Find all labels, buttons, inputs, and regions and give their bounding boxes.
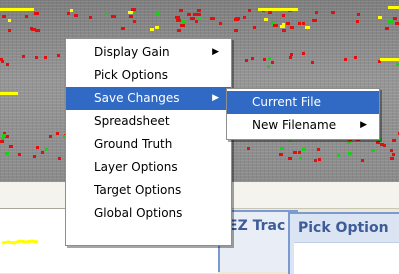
- yellow-pick-trace: [1, 239, 39, 245]
- menu-item-layer-options[interactable]: Layer Options: [66, 156, 231, 179]
- menu-item-label: Spreadsheet: [94, 114, 170, 128]
- submenu-arrow-icon: ▶: [360, 120, 367, 130]
- menu-item-spreadsheet[interactable]: Spreadsheet: [66, 110, 231, 133]
- menu-item-global-options[interactable]: Global Options: [66, 202, 231, 225]
- menu-item-label: Ground Truth: [94, 137, 173, 151]
- tab-ez-track-label: EZ Trac: [228, 218, 286, 234]
- submenu-arrow-icon: ▶: [212, 47, 219, 57]
- menu-item-label: Global Options: [94, 206, 183, 220]
- menu-item-label: Current File: [252, 95, 321, 109]
- menu-item-label: Display Gain: [94, 45, 170, 59]
- tab-pick-options-body: [294, 242, 399, 274]
- menu-item-ground-truth[interactable]: Ground Truth: [66, 133, 231, 156]
- menu-item-display-gain[interactable]: Display Gain ▶: [66, 41, 231, 64]
- menu-item-label: Pick Options: [94, 68, 168, 82]
- submenu-arrow-icon: ▶: [212, 93, 219, 103]
- tab-pick-options[interactable]: Pick Option: [288, 212, 399, 274]
- menu-item-label: Target Options: [94, 183, 182, 197]
- save-changes-submenu: Current File New Filename ▶: [226, 88, 380, 140]
- menu-item-label: Save Changes: [94, 91, 180, 105]
- menu-item-current-file[interactable]: Current File: [227, 91, 379, 114]
- menu-item-new-filename[interactable]: New Filename ▶: [227, 114, 379, 137]
- menu-item-target-options[interactable]: Target Options: [66, 179, 231, 202]
- menu-item-pick-options[interactable]: Pick Options: [66, 64, 231, 87]
- menu-item-save-changes[interactable]: Save Changes ▶: [66, 87, 231, 110]
- tab-pick-options-label: Pick Option: [298, 220, 389, 236]
- menu-item-label: Layer Options: [94, 160, 178, 174]
- menu-item-label: New Filename: [252, 118, 337, 132]
- context-menu: Display Gain ▶ Pick Options Save Changes…: [65, 38, 232, 246]
